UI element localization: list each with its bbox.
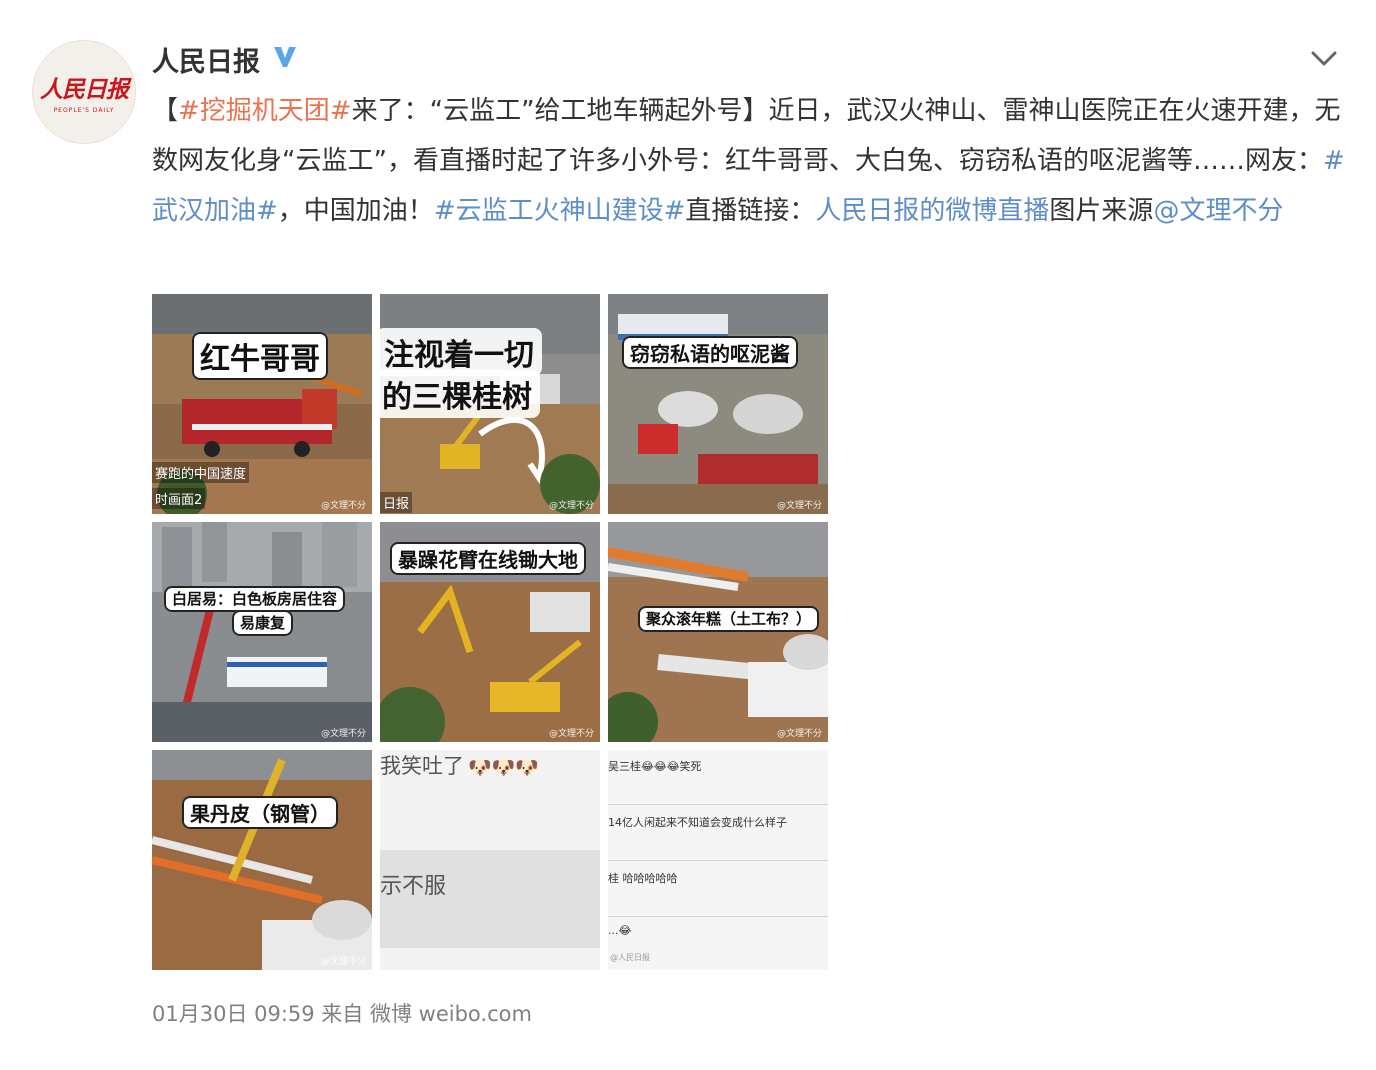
construction-photo xyxy=(608,522,828,742)
construction-photo xyxy=(152,750,372,970)
image-thumb-5[interactable]: 暴躁花臂在线锄大地 @文理不分 xyxy=(380,522,600,742)
image-subtitle: 日报 xyxy=(380,492,413,513)
text-segment-4: 图片来源 xyxy=(1049,196,1154,226)
watermark: @文理不分 xyxy=(320,957,366,967)
avatar-brand-en: PEOPLE'S DAILY xyxy=(53,107,115,114)
image-thumb-4[interactable]: 白居易：白色板房居住容 易康复 @文理不分 xyxy=(152,522,372,742)
image-thumb-8[interactable]: 我笑吐了 🐶🐶🐶 示不服 xyxy=(380,750,600,970)
image-caption: 易康复 xyxy=(232,610,294,636)
image-thumb-7[interactable]: 果丹皮（钢管） @文理不分 xyxy=(152,750,372,970)
construction-photo xyxy=(608,294,828,514)
watermark: @文理不分 xyxy=(548,501,594,511)
chat-line: 14亿人闲起来不知道会变成什么样子 xyxy=(608,816,787,829)
chat-line: 示不服 xyxy=(380,874,447,899)
watermark: @文理不分 xyxy=(776,729,822,739)
watermark: @文理不分 xyxy=(320,729,366,739)
image-thumb-2[interactable]: 注视着一切 的三棵桂树 日报 @文理不分 xyxy=(380,294,600,514)
chat-line: 吴三桂😂😂😂笑死 xyxy=(608,760,702,773)
watermark: @文理不分 xyxy=(548,729,594,739)
avatar[interactable]: 人民日报 PEOPLE'S DAILY xyxy=(32,40,136,144)
chat-line: 我笑吐了 xyxy=(380,754,464,778)
text-segment-2: ，中国加油！ xyxy=(277,196,434,226)
text-bracket: 【 xyxy=(152,96,179,126)
image-thumb-3[interactable]: 窃窃私语的呕泥酱 @文理不分 xyxy=(608,294,828,514)
image-thumb-6[interactable]: 聚众滚年糕（土工布？） @文理不分 xyxy=(608,522,828,742)
image-thumb-1[interactable]: 红牛哥哥 赛跑的中国速度 时画面2 @文理不分 xyxy=(152,294,372,514)
chat-line: 桂 哈哈哈哈哈 xyxy=(608,872,678,885)
chat-screenshot: 吴三桂😂😂😂笑死 14亿人闲起来不知道会变成什么样子 桂 哈哈哈哈哈 ...😂 … xyxy=(608,750,828,970)
chat-screenshot: 我笑吐了 🐶🐶🐶 示不服 xyxy=(380,750,600,970)
username[interactable]: 人民日报 xyxy=(152,40,260,79)
image-thumb-9[interactable]: 吴三桂😂😂😂笑死 14亿人闲起来不知道会变成什么样子 桂 哈哈哈哈哈 ...😂 … xyxy=(608,750,828,970)
image-caption: 暴躁花臂在线锄大地 xyxy=(390,542,586,575)
emoji-icon: 🐶🐶🐶 xyxy=(468,757,539,779)
avatar-brand-logo: 人民日报 xyxy=(40,76,129,103)
image-caption: 注视着一切 xyxy=(380,328,542,376)
image-caption: 果丹皮（钢管） xyxy=(182,796,338,829)
watermark: @文理不分 xyxy=(776,501,822,511)
image-caption: 的三棵桂树 xyxy=(380,370,540,418)
chat-line: ...😂 xyxy=(608,924,632,937)
watermark: @人民日报 xyxy=(610,953,650,962)
image-subtitle: 时画面2 xyxy=(152,488,206,509)
image-caption: 白居易：白色板房居住容 xyxy=(164,586,346,612)
image-caption: 聚众滚年糕（土工布？） xyxy=(638,606,820,632)
post-text: 【#挖掘机天团#来了：“云监工”给工地车辆起外号】近日，武汉火神山、雷神山医院正… xyxy=(152,86,1352,236)
verified-v-icon xyxy=(274,47,296,67)
mention-link[interactable]: @文理不分 xyxy=(1153,196,1283,226)
watermark: @文理不分 xyxy=(320,501,366,511)
hashtag-cloud-supervisor[interactable]: #云监工火神山建设# xyxy=(434,196,686,226)
chevron-down-icon[interactable] xyxy=(1308,44,1340,72)
hashtag-excavator-team[interactable]: #挖掘机天团# xyxy=(178,96,352,126)
text-segment-3: 直播链接： xyxy=(685,196,816,226)
image-caption: 红牛哥哥 xyxy=(192,332,328,380)
post-meta: 01月30日 09:59 来自 微博 weibo.com xyxy=(152,1002,532,1026)
image-subtitle: 赛跑的中国速度 xyxy=(152,462,250,483)
weibo-post-card: 人民日报 PEOPLE'S DAILY 人民日报 【#挖掘机天团#来了：“云监工… xyxy=(0,0,1376,1070)
image-grid: 红牛哥哥 赛跑的中国速度 时画面2 @文理不分 注视着一切 的三棵桂树 日报 @… xyxy=(152,294,828,970)
live-stream-link[interactable]: 人民日报的微博直播 xyxy=(815,196,1049,226)
image-caption: 窃窃私语的呕泥酱 xyxy=(622,336,798,369)
